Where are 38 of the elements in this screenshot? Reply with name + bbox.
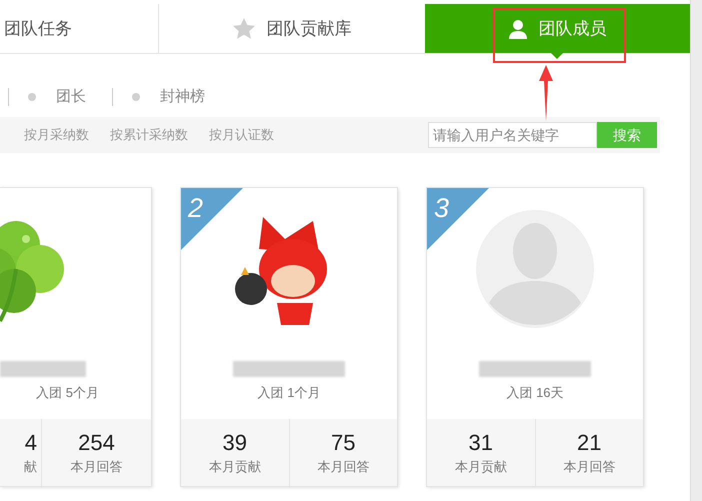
sort-link[interactable]: 按累计采纳数 bbox=[110, 125, 188, 145]
subnav-link[interactable]: 封神榜 bbox=[160, 86, 205, 108]
search-field[interactable]: 请输入用户名关键字 bbox=[428, 122, 597, 148]
member-card[interactable]: 2 入团 1个月 39 本月贡献 75 本月回答 bbox=[180, 187, 398, 487]
bullet-icon bbox=[28, 93, 36, 101]
sort-link[interactable]: 按月采纳数 bbox=[24, 125, 89, 145]
scrollbar[interactable] bbox=[690, 0, 702, 501]
stat-label: 本月贡献 bbox=[454, 458, 507, 476]
join-time: 入团 1个月 bbox=[258, 384, 320, 402]
rank-number: 3 bbox=[434, 192, 450, 225]
stat-value: 75 bbox=[331, 428, 356, 457]
tab[interactable]: 团队任务 bbox=[0, 4, 158, 53]
rank-ribbon bbox=[427, 188, 489, 250]
stat-label: 献 bbox=[24, 458, 37, 476]
stat-value: 21 bbox=[577, 428, 602, 457]
tab-pointer-icon bbox=[551, 53, 564, 59]
star-icon bbox=[232, 16, 256, 40]
join-time: 入团 16天 bbox=[506, 384, 564, 402]
stat-value: 31 bbox=[468, 428, 493, 457]
tab[interactable]: 团队贡献库 bbox=[158, 4, 424, 53]
rank-number: 2 bbox=[188, 192, 204, 225]
stat-label: 本月贡献 bbox=[208, 458, 261, 476]
rank-ribbon bbox=[181, 188, 243, 250]
stat-value: 4 bbox=[24, 428, 37, 457]
default-avatar-icon bbox=[475, 209, 595, 329]
bullet-icon bbox=[132, 93, 140, 101]
subnav-link[interactable]: 团长 bbox=[56, 86, 86, 108]
stat-label: 本月回答 bbox=[563, 458, 616, 476]
member-card[interactable]: 入团 5个月 4 献 254 本月回答 bbox=[0, 187, 152, 487]
join-time: 入团 5个月 bbox=[36, 384, 99, 402]
person-icon bbox=[508, 18, 528, 38]
stat-label: 本月回答 bbox=[70, 458, 122, 476]
sort-link[interactable]: 按月认证数 bbox=[209, 125, 274, 145]
search-button[interactable]: 搜索 bbox=[597, 122, 657, 148]
member-card[interactable]: 3 入团 16天 31 本月贡献 21 本月回答 bbox=[426, 187, 644, 487]
stat-value: 39 bbox=[222, 428, 247, 457]
stat-label: 本月回答 bbox=[317, 458, 370, 476]
stat-value: 254 bbox=[78, 428, 115, 457]
